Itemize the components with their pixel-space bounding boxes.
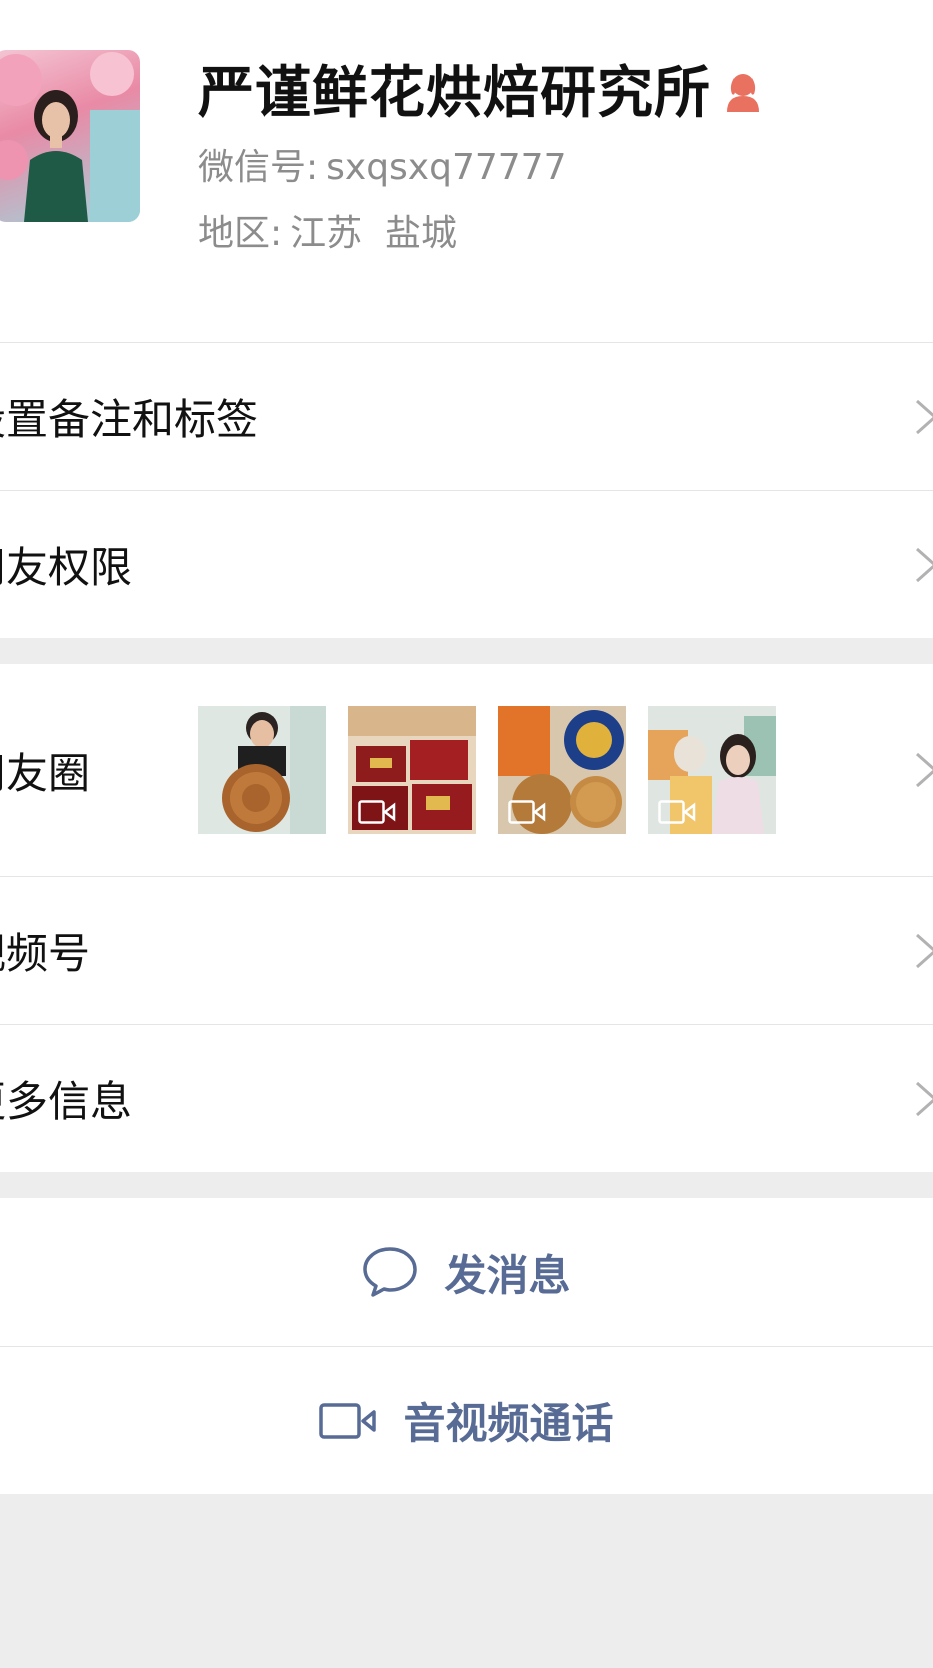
- chevron-right-icon: [916, 1081, 933, 1116]
- send-message-button[interactable]: 发消息: [0, 1198, 933, 1346]
- more-info-label: 更多信息: [0, 1077, 133, 1126]
- female-icon: [723, 72, 763, 116]
- moments-thumbnail[interactable]: [198, 706, 326, 834]
- actions-group: 发消息 音视频通话: [0, 1198, 933, 1494]
- voice-video-call-label: 音视频通话: [403, 1399, 614, 1448]
- wechat-id-value: sxqsxq77777: [326, 147, 567, 188]
- moments-thumbnail[interactable]: [498, 706, 626, 834]
- info-group: 朋友圈: [0, 664, 933, 1172]
- remark-and-tags-label: 设置备注和标签: [0, 395, 259, 444]
- video-icon: [358, 800, 396, 824]
- avatar[interactable]: [0, 50, 140, 222]
- chevron-right-icon: [916, 752, 933, 788]
- channels-item[interactable]: 视频号: [0, 876, 933, 1024]
- contact-name: 严谨鲜花烘焙研究所: [198, 61, 711, 126]
- voice-video-call-button[interactable]: 音视频通话: [0, 1346, 933, 1494]
- chevron-right-icon: [916, 933, 933, 968]
- moments-label: 朋友圈: [0, 748, 91, 798]
- wechat-id-row: 微信号: sxqsxq77777: [198, 146, 567, 190]
- chat-bubble-icon: [363, 1247, 418, 1297]
- remark-and-tags-item[interactable]: 设置备注和标签: [0, 342, 933, 490]
- video-icon: [508, 800, 546, 824]
- video-call-icon: [319, 1402, 377, 1439]
- wechat-id-label: 微信号:: [198, 147, 319, 188]
- profile-header: 严谨鲜花烘焙研究所 微信号: sxqsxq77777 地区: 江苏 盐城: [0, 0, 933, 342]
- region-row: 地区: 江苏 盐城: [198, 212, 457, 256]
- friend-permissions-item[interactable]: 朋友权限: [0, 490, 933, 638]
- friend-permissions-label: 朋友权限: [0, 543, 133, 592]
- chevron-right-icon: [916, 399, 933, 434]
- chevron-right-icon: [916, 547, 933, 582]
- moments-thumbnails: [198, 706, 776, 834]
- channels-label: 视频号: [0, 929, 91, 978]
- region-label: 地区:: [198, 213, 283, 254]
- video-icon: [658, 800, 696, 824]
- send-message-label: 发消息: [444, 1250, 571, 1300]
- moments-item[interactable]: 朋友圈: [0, 664, 933, 876]
- moments-thumbnail[interactable]: [648, 706, 776, 834]
- more-info-item[interactable]: 更多信息: [0, 1024, 933, 1172]
- moments-thumbnail[interactable]: [348, 706, 476, 834]
- region-value: 江苏 盐城: [290, 213, 458, 254]
- settings-group: 设置备注和标签 朋友权限: [0, 342, 933, 638]
